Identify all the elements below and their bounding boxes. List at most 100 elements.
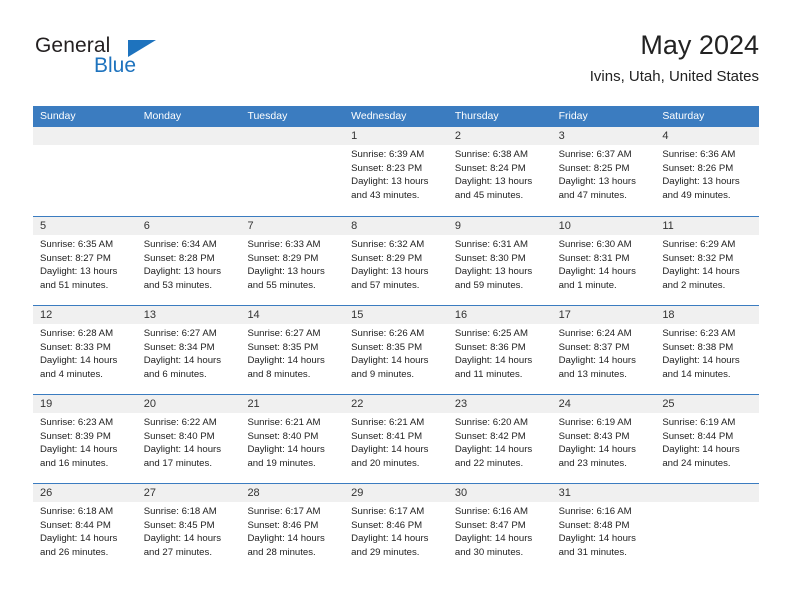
sunset-time: Sunset: 8:29 PM [247,252,319,264]
calendar-day-cell[interactable]: 19 Sunrise: 6:23 AM Sunset: 8:39 PM Dayligh… [33,395,137,483]
calendar-day-cell[interactable]: 7 Sunrise: 6:33 AM Sunset: 8:29 PM Daylight… [240,217,345,305]
calendar-day-cell[interactable]: 13 Sunrise: 6:27 AM Sunset: 8:34 PM Dayligh… [136,306,241,394]
calendar-day-cell[interactable]: 25 Sunrise: 6:19 AM Sunset: 8:44 PM Dayligh… [655,395,760,483]
weekday-header-thursday: Thursday [454,110,499,122]
calendar-day-cell-empty [655,484,760,572]
day-number: 30 [447,484,552,502]
day-number: 1 [344,127,448,145]
calendar-day-cell[interactable]: 29 Sunrise: 6:17 AM Sunset: 8:46 PM Dayligh… [344,484,448,572]
day-number [240,127,345,145]
daylight-duration-line1: Daylight: 14 hours [40,355,118,367]
calendar-day-cell[interactable]: 22 Sunrise: 6:21 AM Sunset: 8:41 PM Dayligh… [344,395,448,483]
day-details: Sunrise: 6:19 AM Sunset: 8:44 PM Daylight:… [655,413,759,470]
sunrise-time: Sunrise: 6:21 AM [351,417,425,428]
sunrise-time: Sunrise: 6:34 AM [143,239,217,250]
calendar-day-cell[interactable]: 8 Sunrise: 6:32 AM Sunset: 8:29 PM Daylight… [344,217,448,305]
calendar-day-cell[interactable]: 21 Sunrise: 6:21 AM Sunset: 8:40 PM Dayligh… [240,395,345,483]
daylight-duration-line1: Daylight: 14 hours [351,444,429,456]
brand-name-blue: Blue [94,54,137,77]
day-number: 28 [240,484,345,502]
day-number [33,127,137,145]
day-details: Sunrise: 6:21 AM Sunset: 8:41 PM Daylight:… [344,413,448,470]
calendar-day-cell[interactable]: 4 Sunrise: 6:36 AM Sunset: 8:26 PM Daylight… [655,127,760,216]
day-details: Sunrise: 6:16 AM Sunset: 8:48 PM Daylight:… [552,502,656,559]
calendar-day-cell[interactable]: 16 Sunrise: 6:25 AM Sunset: 8:36 PM Dayligh… [447,306,552,394]
calendar-day-cell[interactable]: 11 Sunrise: 6:29 AM Sunset: 8:32 PM Dayligh… [655,217,760,305]
daylight-duration-line2: and 11 minutes. [454,368,523,380]
daylight-duration-line2: and 30 minutes. [454,546,524,558]
day-details: Sunrise: 6:38 AM Sunset: 8:24 PM Daylight:… [448,145,552,202]
calendar-day-cell[interactable]: 9 Sunrise: 6:31 AM Sunset: 8:30 PM Daylight… [447,217,552,305]
weekday-header-row: Sunday Monday Tuesday Wednesday Thursday Frid… [33,106,759,127]
sunrise-time: Sunrise: 6:37 AM [558,149,632,160]
day-number [655,484,760,502]
sunrise-time: Sunrise: 6:23 AM [40,417,114,428]
sunset-time: Sunset: 8:34 PM [143,341,215,353]
sunset-time: Sunset: 8:36 PM [454,341,526,353]
calendar-day-cell[interactable]: 1 Sunrise: 6:39 AM Sunset: 8:23 PM Daylight… [344,127,448,216]
day-details: Sunrise: 6:31 AM Sunset: 8:30 PM Daylight:… [448,235,552,292]
calendar-day-cell[interactable]: 6 Sunrise: 6:34 AM Sunset: 8:28 PM Daylight… [136,217,241,305]
calendar-day-cell[interactable]: 17 Sunrise: 6:24 AM Sunset: 8:37 PM Dayligh… [551,306,656,394]
calendar-day-cell[interactable]: 30 Sunrise: 6:16 AM Sunset: 8:47 PM Dayligh… [447,484,552,572]
calendar-day-cell[interactable]: 14 Sunrise: 6:27 AM Sunset: 8:35 PM Dayligh… [240,306,345,394]
daylight-duration-line1: Daylight: 13 hours [454,176,533,188]
page-header: General Blue May 2024 Ivins, Utah, Unite… [33,28,759,96]
day-details: Sunrise: 6:36 AM Sunset: 8:26 PM Daylight:… [655,145,759,202]
day-number: 27 [136,484,241,502]
day-number: 31 [551,484,656,502]
day-number [136,127,241,145]
daylight-duration-line1: Daylight: 14 hours [143,355,222,367]
sunrise-time: Sunrise: 6:16 AM [558,506,632,517]
sunset-time: Sunset: 8:35 PM [351,341,423,353]
calendar-day-cell[interactable]: 3 Sunrise: 6:37 AM Sunset: 8:25 PM Daylight… [551,127,656,216]
calendar-day-cell-empty [33,127,137,216]
day-number: 15 [344,306,448,324]
sunset-time: Sunset: 8:26 PM [662,162,734,174]
daylight-duration-line1: Daylight: 14 hours [558,355,636,367]
calendar-day-cell[interactable]: 20 Sunrise: 6:22 AM Sunset: 8:40 PM Dayligh… [136,395,241,483]
day-number: 23 [447,395,552,413]
calendar-day-cell[interactable]: 5 Sunrise: 6:35 AM Sunset: 8:27 PM Daylight… [33,217,137,305]
calendar-week-row: 12 Sunrise: 6:28 AM Sunset: 8:33 PM Dayligh… [33,305,760,394]
calendar-day-cell[interactable]: 23 Sunrise: 6:20 AM Sunset: 8:42 PM Dayligh… [447,395,552,483]
calendar-day-cell[interactable]: 31 Sunrise: 6:16 AM Sunset: 8:48 PM Dayligh… [551,484,656,572]
sunrise-time: Sunrise: 6:25 AM [454,328,528,339]
calendar-day-cell[interactable]: 15 Sunrise: 6:26 AM Sunset: 8:35 PM Dayligh… [344,306,448,394]
calendar-day-cell[interactable]: 12 Sunrise: 6:28 AM Sunset: 8:33 PM Dayligh… [33,306,137,394]
daylight-duration-line2: and 29 minutes. [351,546,420,558]
sunrise-time: Sunrise: 6:31 AM [454,239,528,250]
calendar-day-cell[interactable]: 10 Sunrise: 6:30 AM Sunset: 8:31 PM Dayligh… [551,217,656,305]
calendar-week-row: 19 Sunrise: 6:23 AM Sunset: 8:39 PM Dayligh… [33,394,760,483]
calendar-day-cell-empty [240,127,345,216]
day-number: 2 [447,127,552,145]
day-number: 29 [344,484,448,502]
day-number: 14 [240,306,345,324]
day-number: 26 [33,484,137,502]
day-details: Sunrise: 6:16 AM Sunset: 8:47 PM Daylight:… [448,502,552,559]
day-details: Sunrise: 6:32 AM Sunset: 8:29 PM Daylight:… [344,235,448,292]
daylight-duration-line2: and 16 minutes. [40,457,109,469]
weekday-header-wednesday: Wednesday [351,110,407,122]
day-number: 13 [136,306,241,324]
daylight-duration-line2: and 59 minutes. [454,279,524,291]
daylight-duration-line1: Daylight: 14 hours [143,444,222,456]
daylight-duration-line2: and 24 minutes. [662,457,731,469]
calendar-day-cell[interactable]: 27 Sunrise: 6:18 AM Sunset: 8:45 PM Dayligh… [136,484,241,572]
calendar-day-cell[interactable]: 28 Sunrise: 6:17 AM Sunset: 8:46 PM Dayligh… [240,484,345,572]
day-number: 24 [551,395,656,413]
page-subtitle: Ivins, Utah, United States [589,68,759,85]
calendar-day-cell[interactable]: 24 Sunrise: 6:19 AM Sunset: 8:43 PM Dayligh… [551,395,656,483]
day-details: Sunrise: 6:18 AM Sunset: 8:44 PM Daylight:… [33,502,137,559]
sunset-time: Sunset: 8:39 PM [40,430,111,442]
daylight-duration-line1: Daylight: 14 hours [454,533,533,545]
sunset-time: Sunset: 8:42 PM [454,430,526,442]
calendar-day-cell[interactable]: 2 Sunrise: 6:38 AM Sunset: 8:24 PM Daylight… [447,127,552,216]
daylight-duration-line2: and 20 minutes. [351,457,420,469]
sunrise-time: Sunrise: 6:19 AM [662,417,736,428]
day-details: Sunrise: 6:37 AM Sunset: 8:25 PM Daylight:… [552,145,656,202]
calendar-day-cell[interactable]: 26 Sunrise: 6:18 AM Sunset: 8:44 PM Dayligh… [33,484,137,572]
calendar-day-cell[interactable]: 18 Sunrise: 6:23 AM Sunset: 8:38 PM Dayligh… [655,306,760,394]
sunset-time: Sunset: 8:47 PM [454,519,526,531]
day-number: 21 [240,395,345,413]
